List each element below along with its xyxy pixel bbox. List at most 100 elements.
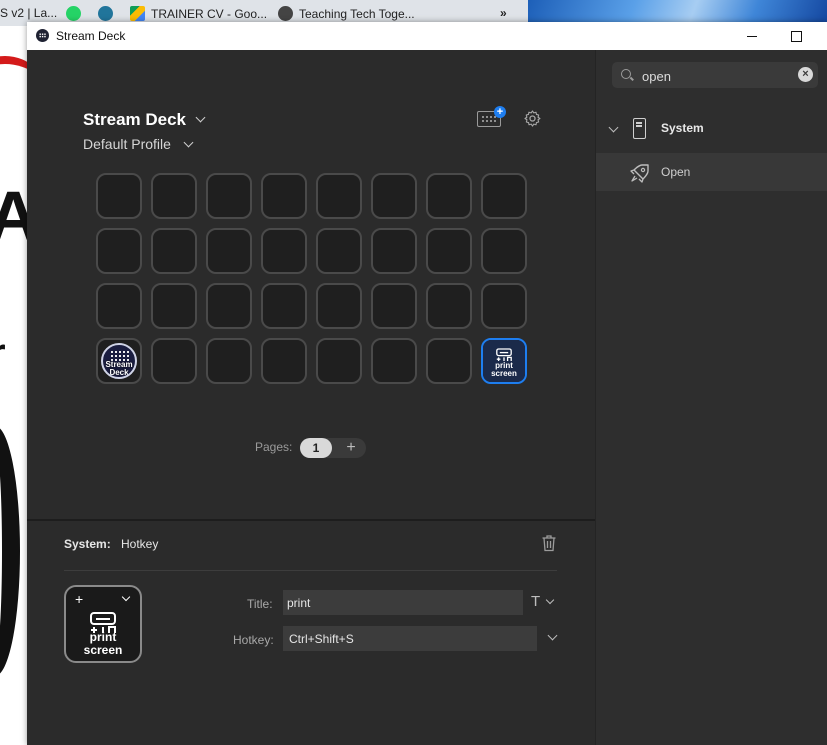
browser-tab-trainer-cv[interactable]: TRAINER CV - Goo... xyxy=(130,6,267,21)
stream-deck-key[interactable] xyxy=(316,228,362,274)
action-name-label: Hotkey xyxy=(121,537,159,551)
stream-deck-key-hotkey[interactable]: print screen xyxy=(481,338,527,384)
window-title: Stream Deck xyxy=(56,29,126,43)
chevron-down-icon[interactable] xyxy=(183,137,194,148)
browser-tab[interactable]: S v2 | La... xyxy=(0,6,57,20)
action-item-open[interactable]: Open xyxy=(596,153,827,191)
hotkey-key-face: print screen xyxy=(483,340,525,382)
stream-deck-key[interactable] xyxy=(426,338,472,384)
panel-divider[interactable] xyxy=(27,519,595,521)
font-settings-icon[interactable]: T xyxy=(531,593,540,610)
category-label: System xyxy=(661,121,704,135)
key-title-text: print screen xyxy=(83,630,123,657)
stream-deck-key[interactable] xyxy=(316,283,362,329)
globe-icon xyxy=(278,6,293,21)
pages-label: Pages: xyxy=(255,440,293,454)
chevron-down-icon[interactable] xyxy=(545,595,555,605)
maximize-button[interactable] xyxy=(773,22,819,50)
search-box: × xyxy=(612,62,818,88)
stream-deck-app-icon xyxy=(36,29,49,42)
stream-deck-key[interactable] xyxy=(206,338,252,384)
stream-deck-key[interactable] xyxy=(371,283,417,329)
stream-deck-window: Stream Deck Stream Deck Default Profile … xyxy=(27,22,827,745)
stream-deck-key[interactable] xyxy=(151,338,197,384)
stream-deck-logo-icon: Stream Deck xyxy=(101,343,137,379)
chevron-down-icon[interactable] xyxy=(547,630,558,641)
gear-icon[interactable] xyxy=(523,109,542,128)
stream-deck-key[interactable] xyxy=(206,228,252,274)
chevron-down-icon[interactable] xyxy=(121,592,131,602)
tab-label: S v2 | La... xyxy=(0,6,58,20)
key-label: Stream Deck xyxy=(105,360,133,377)
stream-deck-key[interactable] xyxy=(261,338,307,384)
divider xyxy=(64,570,557,571)
stream-deck-key[interactable] xyxy=(371,173,417,219)
stream-deck-key[interactable] xyxy=(151,173,197,219)
stream-deck-key-profile[interactable]: Stream Deck xyxy=(96,338,142,384)
whatsapp-icon xyxy=(66,6,81,21)
stream-deck-key[interactable] xyxy=(151,228,197,274)
stream-deck-key[interactable] xyxy=(426,228,472,274)
stream-deck-key[interactable] xyxy=(261,283,307,329)
decorative-shape: r xyxy=(0,331,6,376)
decorative-shape xyxy=(0,426,20,676)
search-icon xyxy=(621,69,631,79)
category-system[interactable]: System xyxy=(596,110,827,150)
key-label: print screen xyxy=(491,361,517,378)
trash-icon[interactable] xyxy=(541,534,557,552)
stream-deck-key[interactable] xyxy=(371,338,417,384)
stream-deck-key[interactable] xyxy=(96,283,142,329)
plus-badge-icon: + xyxy=(494,106,506,118)
stream-deck-key[interactable] xyxy=(261,173,307,219)
tab-label: Teaching Tech Toge... xyxy=(299,7,415,21)
rocket-icon xyxy=(630,164,649,183)
browser-tab-teaching-tech[interactable]: Teaching Tech Toge... xyxy=(278,6,415,21)
background-page: A r xyxy=(0,26,27,745)
stream-deck-key[interactable] xyxy=(206,283,252,329)
stream-deck-key[interactable] xyxy=(481,228,527,274)
stream-deck-key[interactable] xyxy=(481,173,527,219)
page-1-button[interactable]: 1 xyxy=(300,438,332,458)
stream-deck-key[interactable] xyxy=(151,283,197,329)
minimize-icon xyxy=(747,35,757,37)
decorative-shape xyxy=(0,56,27,124)
clear-search-icon[interactable]: × xyxy=(798,67,813,82)
wordpress-icon xyxy=(98,6,113,21)
device-name[interactable]: Stream Deck xyxy=(83,110,186,130)
stream-deck-key[interactable] xyxy=(206,173,252,219)
page-selector: 1 + xyxy=(300,438,366,458)
hotkey-input[interactable] xyxy=(283,626,537,651)
title-input[interactable] xyxy=(283,590,523,615)
stream-deck-key[interactable] xyxy=(96,173,142,219)
hotkey-field-label: Hotkey: xyxy=(233,633,274,647)
title-field-label: Title: xyxy=(247,597,273,611)
maximize-icon xyxy=(790,30,802,42)
browser-tab-wordpress[interactable] xyxy=(98,6,119,21)
stream-deck-key[interactable] xyxy=(96,228,142,274)
computer-tower-icon xyxy=(633,118,646,139)
stream-deck-key[interactable] xyxy=(316,338,362,384)
stream-deck-key[interactable] xyxy=(426,173,472,219)
search-input[interactable] xyxy=(640,65,794,87)
stream-deck-key[interactable] xyxy=(261,228,307,274)
add-page-button[interactable]: + xyxy=(340,438,362,458)
browser-tab-whatsapp[interactable] xyxy=(66,6,87,21)
minimize-button[interactable] xyxy=(729,22,775,50)
tab-overflow-button[interactable]: » xyxy=(500,6,507,20)
add-state-icon[interactable]: + xyxy=(75,592,83,606)
chevron-down-icon[interactable] xyxy=(608,122,619,133)
stream-deck-key[interactable] xyxy=(481,283,527,329)
stream-deck-key[interactable] xyxy=(316,173,362,219)
title-bar: Stream Deck xyxy=(27,22,827,50)
stream-deck-key[interactable] xyxy=(426,283,472,329)
google-drive-icon xyxy=(130,6,145,21)
actions-sidebar: × System Open xyxy=(595,50,827,745)
stream-deck-key[interactable] xyxy=(371,228,417,274)
tab-label: TRAINER CV - Goo... xyxy=(151,7,268,21)
chevron-down-icon[interactable] xyxy=(195,112,206,123)
action-label: Open xyxy=(661,165,691,179)
action-category-label: System: xyxy=(64,537,111,551)
profile-selector[interactable]: Default Profile xyxy=(83,136,171,152)
key-preview[interactable]: + print screen xyxy=(64,585,142,663)
main-panel: Stream Deck Default Profile + Stream Dec… xyxy=(27,50,595,745)
